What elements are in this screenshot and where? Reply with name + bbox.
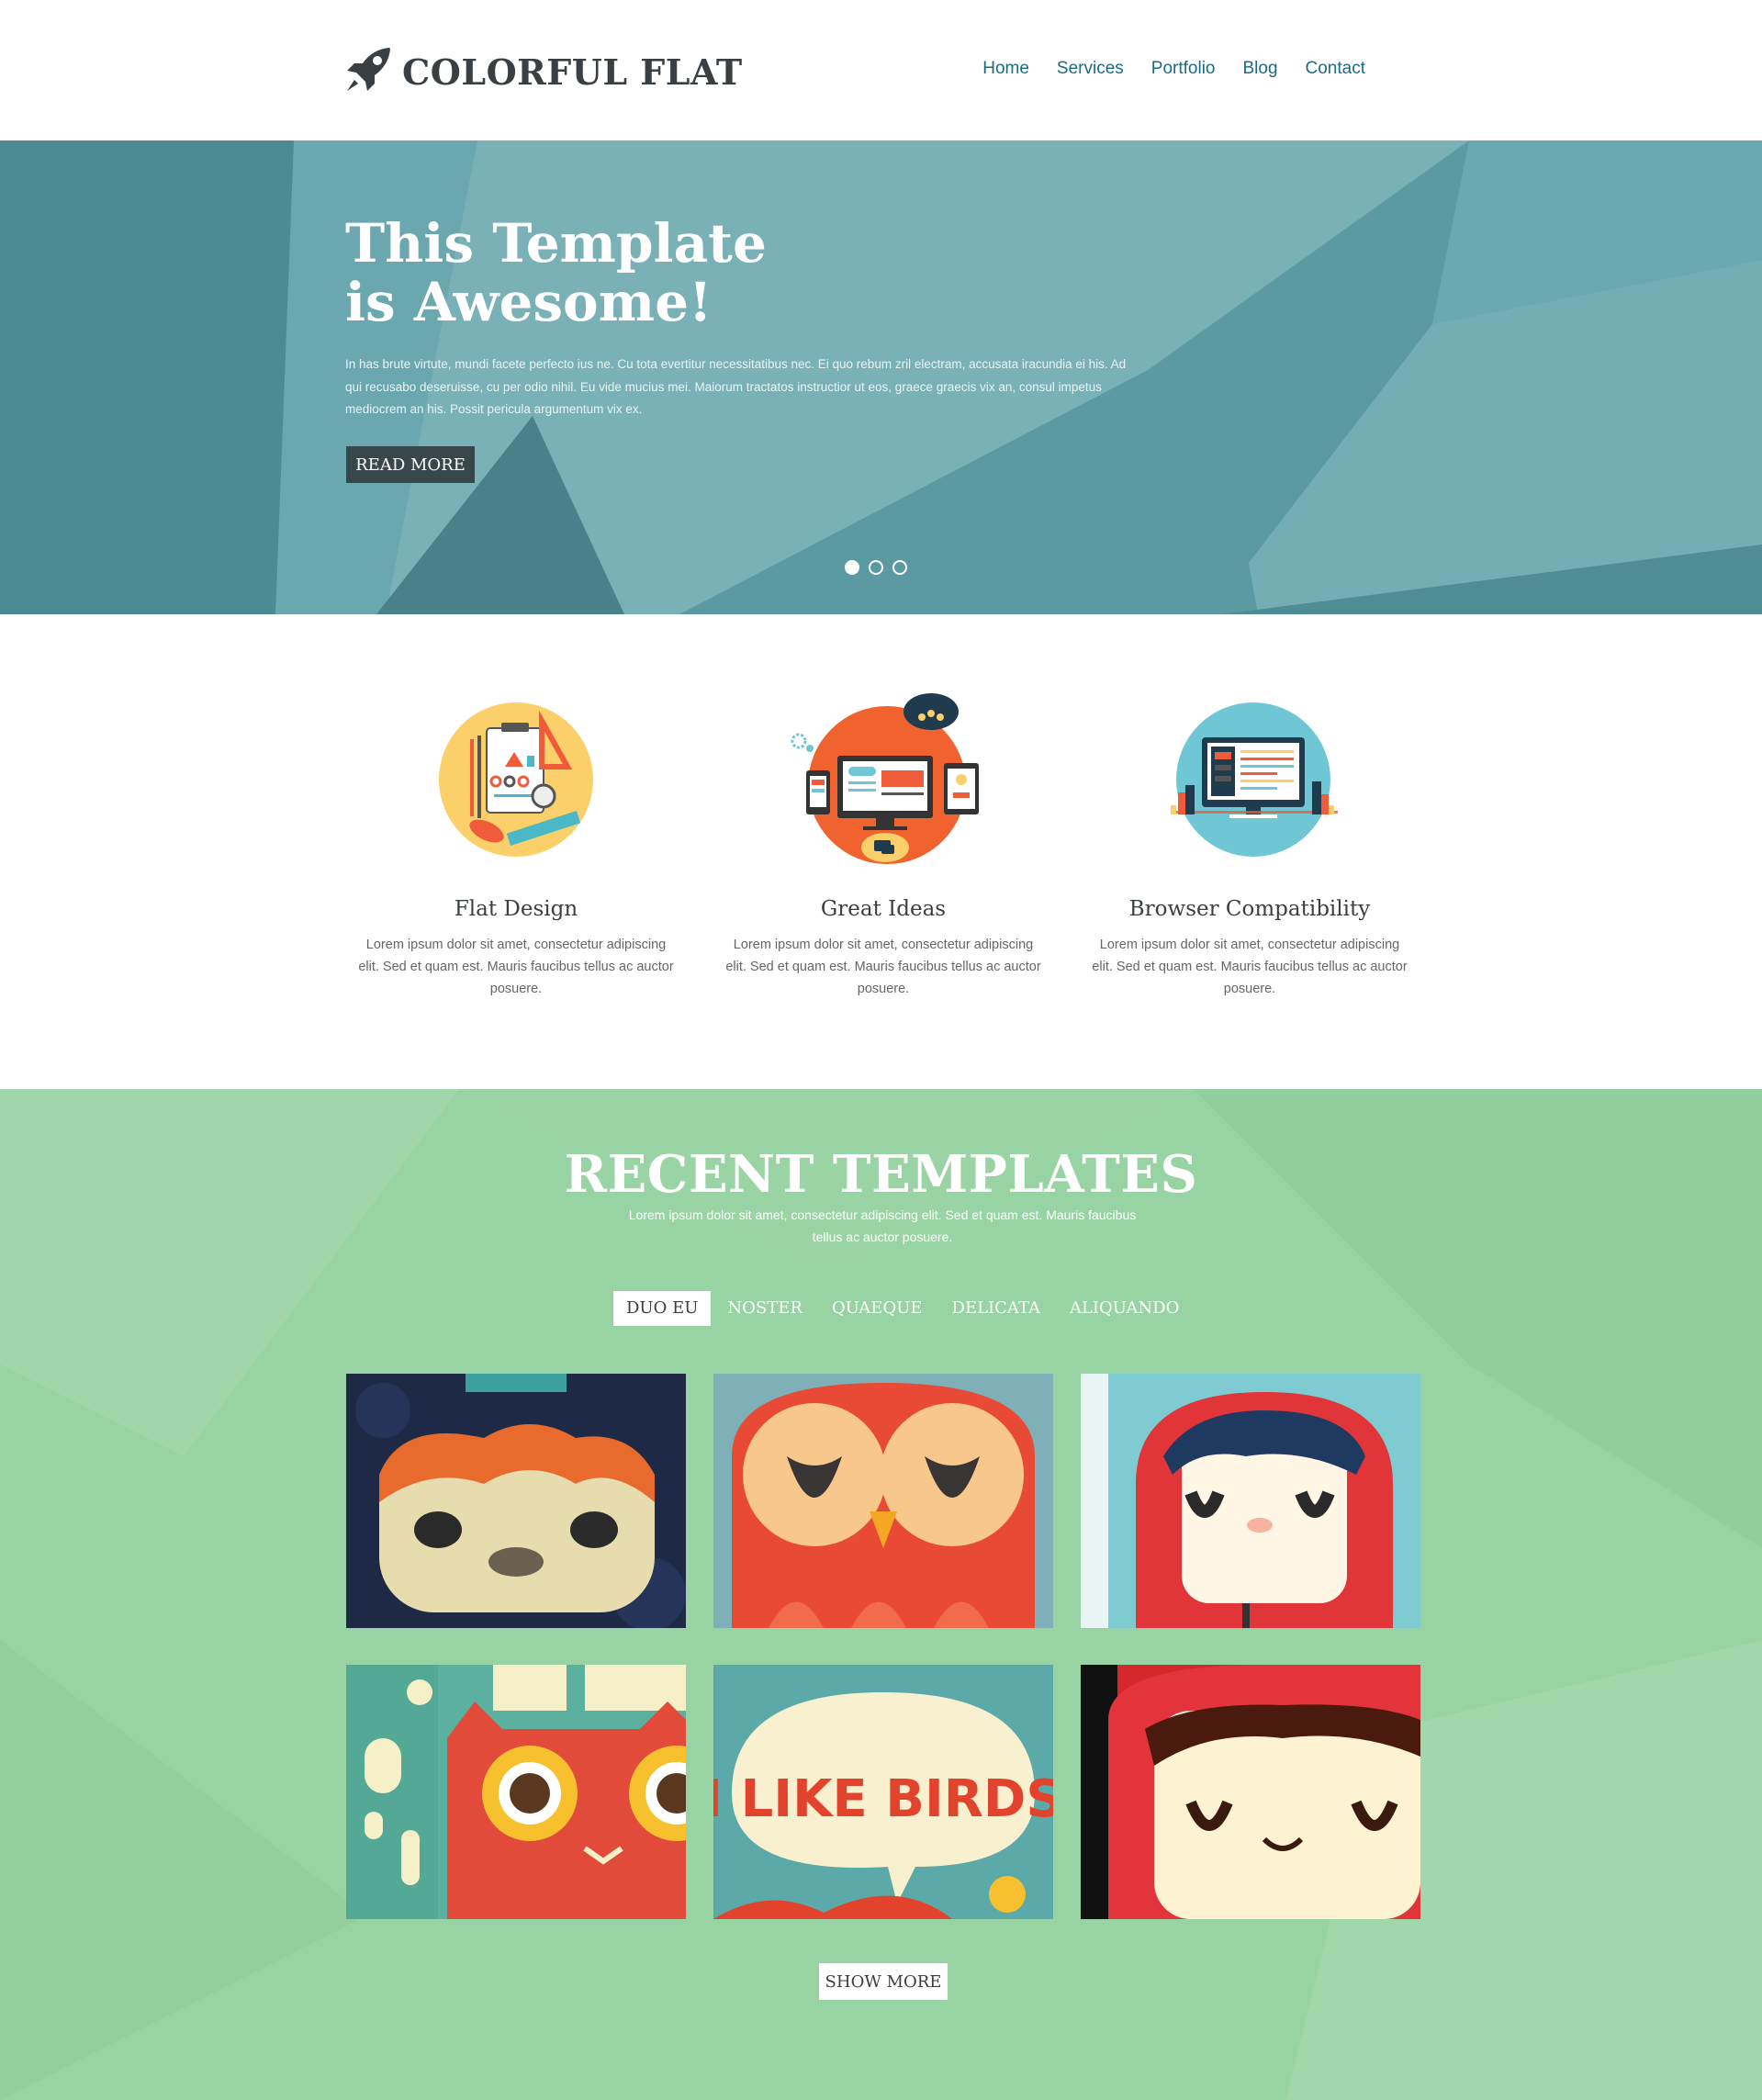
hero-title: This Template is Awesome!	[345, 212, 767, 333]
patterned-owl-illustration	[346, 1665, 686, 1919]
filter-aliquando[interactable]: ALIQUANDO	[1057, 1291, 1192, 1326]
feature-title: Browser Compatibility	[1128, 897, 1371, 921]
feature-text: Lorem ipsum dolor sit amet, consectetur …	[725, 938, 1041, 996]
slider-dot-1[interactable]	[845, 560, 859, 575]
slider-dot-3[interactable]	[892, 560, 907, 575]
great-ideas-icon	[773, 693, 993, 877]
feature-flat-design: Flat Design Lorem ipsum dolor sit amet, …	[332, 693, 700, 1000]
nav-contact[interactable]: Contact	[1306, 59, 1365, 79]
feature-browser-compatibility: Browser Compatibility Lorem ipsum dolor …	[1066, 693, 1433, 1000]
read-more-button[interactable]: READ MORE	[346, 446, 475, 483]
slider-dots	[845, 560, 907, 575]
feature-title: Great Ideas	[820, 897, 947, 921]
feature-text: Lorem ipsum dolor sit amet, consectetur …	[1092, 938, 1408, 996]
nav-home[interactable]: Home	[982, 59, 1029, 79]
i-like-birds-illustration: I LIKE BIRDS	[713, 1665, 1053, 1919]
filter-duo-eu[interactable]: DUO EU	[613, 1291, 712, 1326]
bear-illustration	[346, 1374, 686, 1628]
slider-dot-2[interactable]	[869, 560, 883, 575]
recent-subtitle: Lorem ipsum dolor sit amet, consectetur …	[628, 1207, 1137, 1244]
rocket-icon	[343, 45, 395, 98]
template-thumb-4[interactable]	[346, 1665, 686, 1919]
template-thumb-5[interactable]: I LIKE BIRDS	[713, 1665, 1053, 1919]
hooded-kid-illustration	[1081, 1374, 1420, 1628]
hero-slider: This Template is Awesome! In has brute v…	[0, 140, 1762, 614]
site-header: COLORFUL FLAT Home Services Portfolio Bl…	[0, 0, 1762, 140]
feature-great-ideas: Great Ideas Lorem ipsum dolor sit amet, …	[700, 693, 1067, 1000]
filter-noster[interactable]: NOSTER	[714, 1291, 815, 1326]
browser-compatibility-icon	[1139, 693, 1360, 877]
feature-title: Flat Design	[454, 897, 578, 921]
template-thumb-1[interactable]	[346, 1374, 686, 1628]
nav-services[interactable]: Services	[1057, 59, 1124, 79]
nav-blog[interactable]: Blog	[1242, 59, 1277, 79]
filter-tabs: DUO EU NOSTER QUAEQUE DELICATA ALIQUANDO	[613, 1291, 1195, 1326]
recent-title: RECENT TEMPLATES	[564, 1144, 1198, 1205]
birds-banner: I LIKE BIRDS	[713, 1769, 1053, 1829]
red-hat-kid-illustration	[1081, 1665, 1420, 1919]
filter-quaeque[interactable]: QUAEQUE	[819, 1291, 936, 1326]
template-thumb-2[interactable]	[713, 1374, 1053, 1628]
feature-text: Lorem ipsum dolor sit amet, consectetur …	[358, 938, 674, 996]
main-nav: Home Services Portfolio Blog Contact	[982, 59, 1365, 79]
template-thumb-3[interactable]	[1081, 1374, 1420, 1628]
filter-delicata[interactable]: DELICATA	[939, 1291, 1053, 1326]
template-thumb-6[interactable]	[1081, 1665, 1420, 1919]
recent-templates-section: RECENT TEMPLATES Lorem ipsum dolor sit a…	[0, 1089, 1762, 2100]
logo-text: COLORFUL FLAT	[402, 51, 743, 93]
hero-text: In has brute virtute, mundi facete perfe…	[345, 357, 1127, 416]
flat-design-icon	[406, 693, 626, 877]
owl-illustration	[713, 1374, 1053, 1628]
show-more-button[interactable]: SHOW MORE	[819, 1963, 948, 2000]
nav-portfolio[interactable]: Portfolio	[1151, 59, 1216, 79]
logo[interactable]: COLORFUL FLAT	[343, 46, 743, 97]
